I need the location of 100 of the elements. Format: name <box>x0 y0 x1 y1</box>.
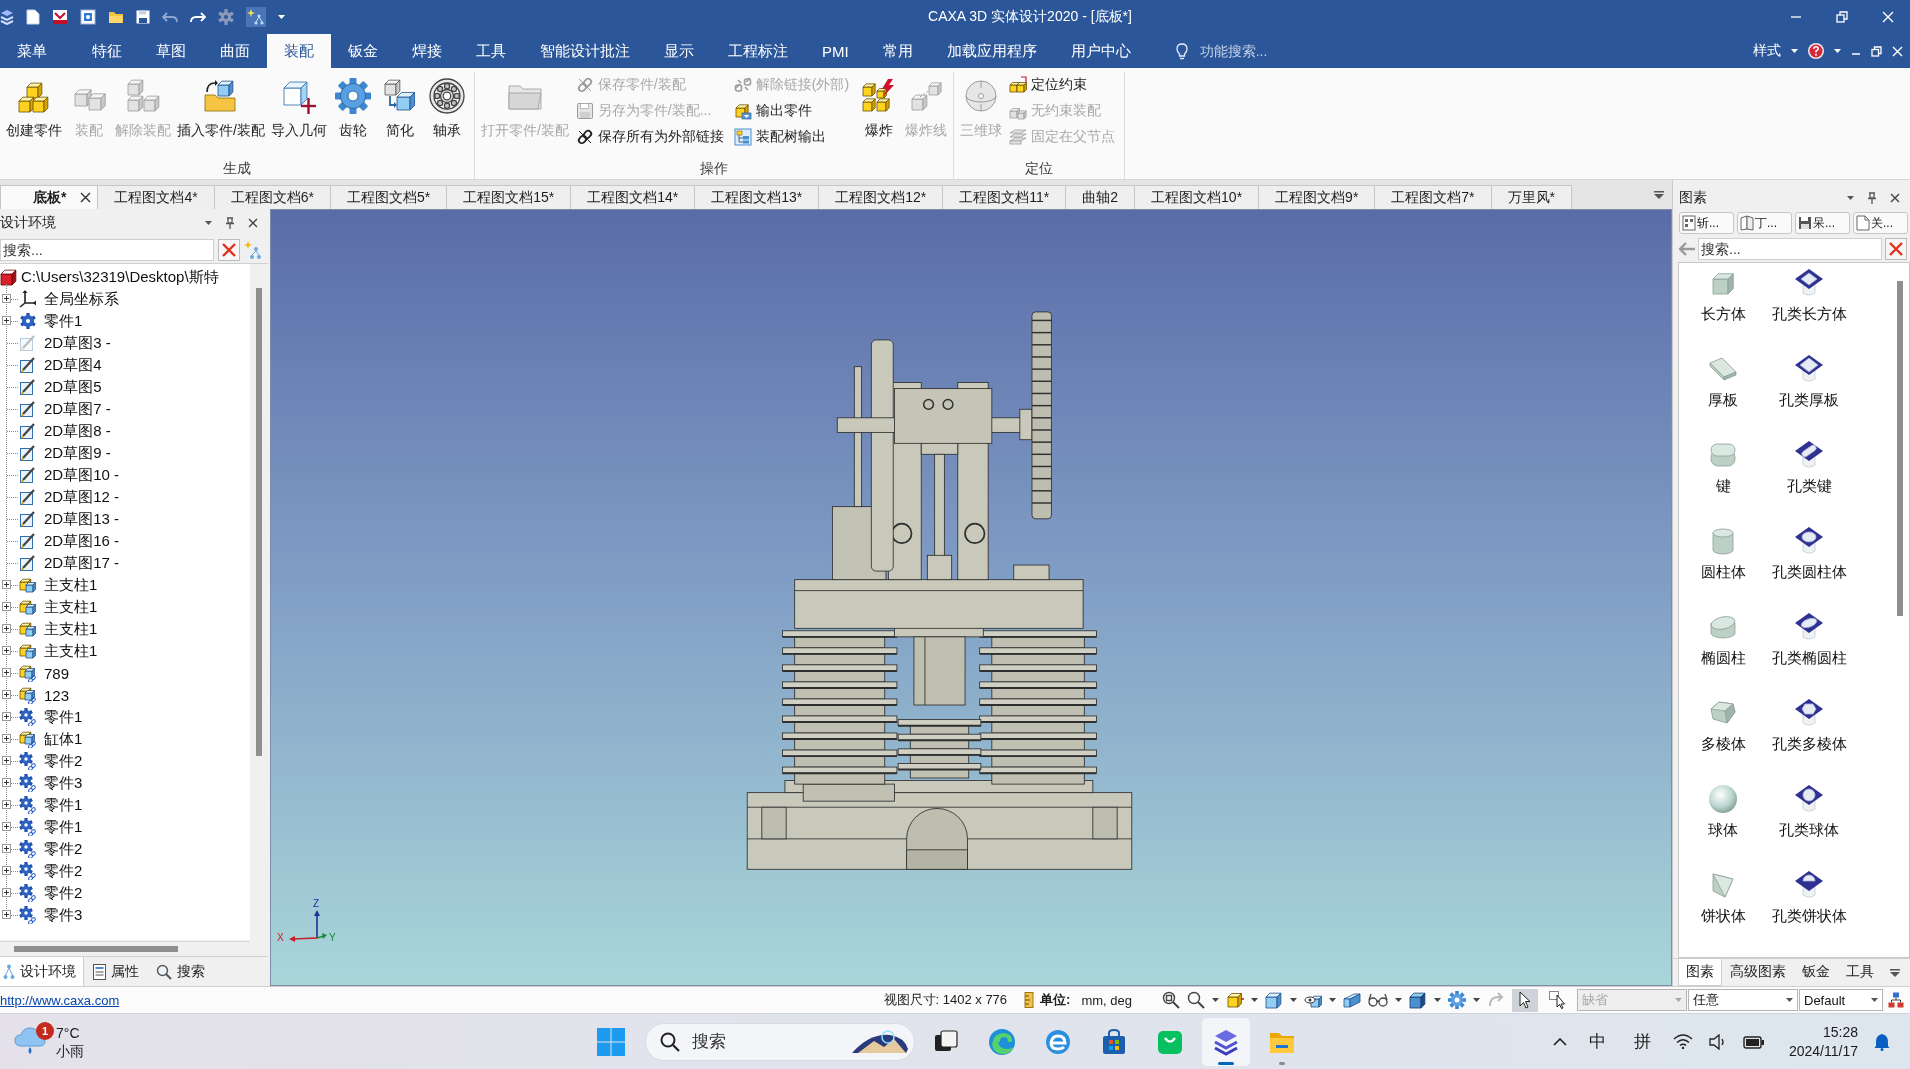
primitive-item[interactable]: 圆柱体 <box>1680 525 1766 611</box>
expand-toggle-icon[interactable] <box>2 866 11 875</box>
menu-tab[interactable]: 显示 <box>647 34 711 68</box>
sparkle-tree-icon[interactable] <box>246 7 266 27</box>
zoom-icon[interactable] <box>1187 991 1205 1009</box>
expand-toggle-icon[interactable] <box>2 602 11 611</box>
redo-icon[interactable] <box>190 11 206 23</box>
gear-icon[interactable] <box>1448 991 1466 1009</box>
tree-item[interactable]: 2D草图9 - <box>44 443 111 463</box>
tree-item[interactable]: C:\Users\32319\Desktop\斯特 <box>21 267 219 287</box>
document-tab[interactable]: 工程图文档5* <box>329 185 448 209</box>
menu-tab[interactable]: 工具 <box>459 34 523 68</box>
tree-item[interactable]: 123 <box>44 686 70 704</box>
tree-item[interactable]: 零件2 <box>44 839 83 859</box>
expand-toggle-icon[interactable] <box>2 734 11 743</box>
pin-icon[interactable] <box>225 217 235 229</box>
ribbon-button[interactable]: 创建零件 <box>3 72 65 141</box>
feature-search-field[interactable]: 功能搜索... <box>1199 40 1370 62</box>
tree-item[interactable]: 零件3 <box>44 905 83 925</box>
tree-item[interactable]: 2D草图8 - <box>44 421 111 441</box>
volume-icon[interactable] <box>1708 1033 1727 1050</box>
blank-page-icon[interactable] <box>26 9 40 25</box>
ribbon-button[interactable]: 输出零件 <box>733 98 852 124</box>
tree-item[interactable]: 零件2 <box>44 751 83 771</box>
panel-tab[interactable]: 钣金 <box>1794 959 1838 986</box>
expand-toggle-icon[interactable] <box>2 822 11 831</box>
clear-icon[interactable] <box>1885 238 1907 260</box>
slanted-box-icon[interactable] <box>1343 991 1361 1009</box>
folder-icon[interactable] <box>108 10 124 24</box>
app-logo-icon[interactable] <box>0 9 14 25</box>
primitive-item[interactable]: 键 <box>1680 439 1766 525</box>
cube-icon[interactable] <box>1409 991 1427 1009</box>
primitive-item[interactable]: 多棱体 <box>1680 697 1766 783</box>
menu-tab[interactable]: 装配 <box>267 34 331 68</box>
primitive-item[interactable]: 孔类饼状体 <box>1766 869 1852 955</box>
zoom-fit-icon[interactable] <box>1162 991 1180 1009</box>
document-tab[interactable]: 工程图文档15* <box>446 185 572 209</box>
catalog-button[interactable]: 斩... <box>1679 212 1734 234</box>
caret-icon[interactable] <box>1791 49 1798 53</box>
document-tab[interactable]: 万里风* <box>1490 185 1572 209</box>
primitive-item[interactable]: 长方体 <box>1680 267 1766 353</box>
clock-time[interactable]: 15:28 <box>1822 1022 1858 1042</box>
caret-icon[interactable] <box>205 221 212 225</box>
expand-toggle-icon[interactable] <box>2 316 11 325</box>
close-tab-icon[interactable] <box>80 192 92 203</box>
tree-item[interactable]: 缸体1 <box>44 729 83 749</box>
close-icon[interactable] <box>1890 192 1900 203</box>
panel-tab[interactable]: 属性 <box>90 957 147 986</box>
menu-tab[interactable]: 曲面 <box>203 34 267 68</box>
search-field[interactable]: 搜索... <box>0 239 214 261</box>
window-icon[interactable] <box>80 9 96 25</box>
menu-tab[interactable]: 加载应用程序 <box>929 34 1054 68</box>
tree-item[interactable]: 2D草图17 - <box>44 553 120 573</box>
tree-item[interactable]: 零件3 <box>44 773 83 793</box>
tree-item[interactable]: 主支柱1 <box>44 575 98 595</box>
expand-toggle-icon[interactable] <box>2 294 11 303</box>
expand-toggle-icon[interactable] <box>2 646 11 655</box>
tree-item[interactable]: 2D草图12 - <box>44 487 120 507</box>
menu-tab[interactable]: 焊接 <box>395 34 459 68</box>
wifi-icon[interactable] <box>1672 1034 1693 1049</box>
ribbon-button[interactable]: 导入几何 <box>267 72 330 141</box>
expand-toggle-icon[interactable] <box>2 668 11 677</box>
document-tab[interactable]: 工程图文档11* <box>942 185 1067 209</box>
weather-condition[interactable]: 小雨 <box>56 1041 84 1060</box>
expand-toggle-icon[interactable] <box>2 580 11 589</box>
tree-item[interactable]: 主支柱1 <box>44 619 98 639</box>
primitive-item[interactable]: 孔类厚板 <box>1766 353 1852 439</box>
catalog-button[interactable]: 丁... <box>1737 212 1792 234</box>
primitive-item[interactable]: 孔类多棱体 <box>1766 697 1852 783</box>
caret-icon[interactable] <box>1847 195 1854 200</box>
cube-face-icon[interactable] <box>1226 991 1244 1009</box>
document-tab[interactable]: 工程图文档12* <box>818 185 944 209</box>
caret-icon[interactable] <box>1251 998 1258 1002</box>
close-icon[interactable] <box>248 218 258 228</box>
input-method-indicator[interactable]: 拼 <box>1633 1030 1651 1053</box>
weather-temperature[interactable]: 7°C <box>56 1023 84 1042</box>
taskbar-search-field[interactable]: 搜索 <box>644 1022 915 1061</box>
caret-icon[interactable] <box>1434 998 1441 1002</box>
battery-icon[interactable] <box>1742 1034 1765 1049</box>
expand-toggle-icon[interactable] <box>2 800 11 809</box>
dropdown[interactable]: Default <box>1799 989 1883 1011</box>
document-icon[interactable] <box>52 9 68 25</box>
expand-toggle-icon[interactable] <box>2 844 11 853</box>
restore-icon[interactable] <box>1836 11 1848 23</box>
panel-tab[interactable]: 搜索 <box>153 957 213 986</box>
menu-tab[interactable]: PMI <box>805 34 866 68</box>
hierarchy-icon[interactable] <box>1888 992 1904 1008</box>
panel-tab[interactable]: 设计环境 <box>0 957 84 986</box>
panel-tab[interactable]: 图素 <box>1678 959 1722 986</box>
caret-icon[interactable] <box>1212 998 1219 1002</box>
menu-tab[interactable]: 常用 <box>865 34 930 68</box>
taskbar-app-button[interactable] <box>1201 1017 1250 1066</box>
caret-icon[interactable] <box>1290 998 1297 1002</box>
caret-icon[interactable] <box>1871 998 1878 1002</box>
tree-item[interactable]: 全局坐标系 <box>44 289 119 309</box>
help-icon[interactable] <box>1808 43 1824 59</box>
bell-icon[interactable] <box>1874 1032 1890 1051</box>
document-tab[interactable]: 工程图文档14* <box>570 185 696 209</box>
primitive-item[interactable]: 孔类球体 <box>1766 783 1852 869</box>
clear-icon[interactable] <box>218 239 240 261</box>
